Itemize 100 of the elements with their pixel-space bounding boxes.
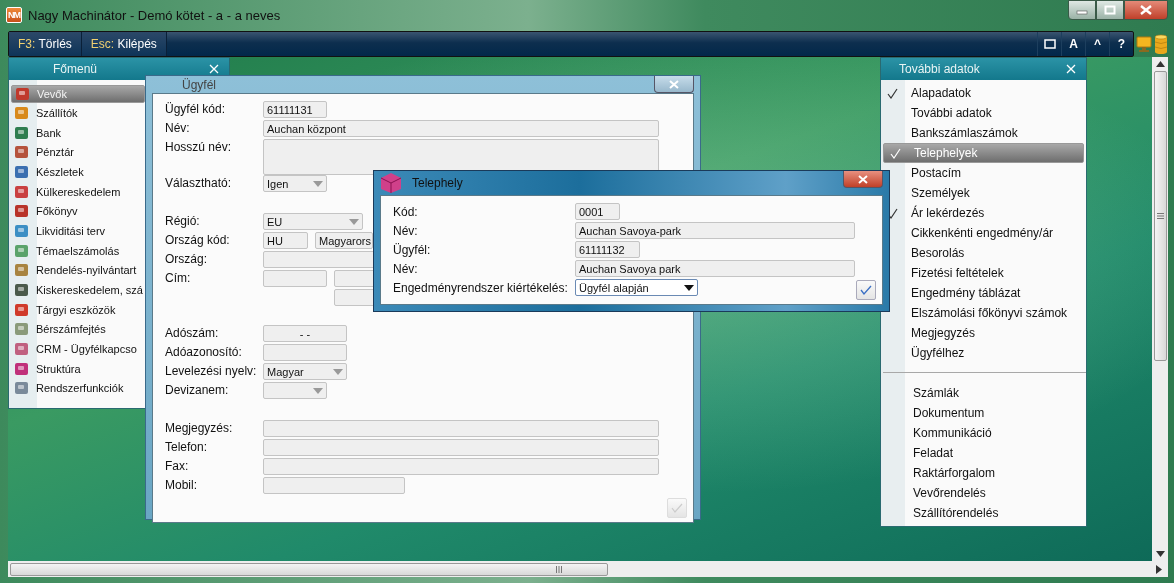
list-item[interactable]: Bankszámlaszámok xyxy=(881,123,1086,143)
tile-icon xyxy=(14,163,30,180)
menu-item[interactable]: Bérszámfejtés xyxy=(11,319,145,340)
input-field[interactable] xyxy=(263,420,659,437)
field-label: Telefon: xyxy=(165,439,209,456)
input-field[interactable]: Auchan központ xyxy=(263,120,659,137)
close-icon xyxy=(1139,5,1153,15)
input-field[interactable] xyxy=(263,439,659,456)
field-label: Adóazonosító: xyxy=(165,344,243,361)
database-icon[interactable] xyxy=(1154,34,1168,54)
input-field[interactable]: HU xyxy=(263,232,308,249)
vertical-scrollbar[interactable] xyxy=(1152,57,1168,561)
input-field[interactable] xyxy=(263,458,659,475)
toolbar-button[interactable]: ? xyxy=(1109,32,1133,56)
menu-item[interactable]: Külkereskedelem xyxy=(11,181,145,202)
list-item[interactable]: Ár lekérdezés xyxy=(881,203,1086,223)
dialog-title: Ügyfél xyxy=(182,77,216,92)
check-icon xyxy=(890,147,901,159)
field-label: Hosszú név: xyxy=(165,139,233,156)
close-button[interactable] xyxy=(843,171,883,188)
input-field[interactable] xyxy=(263,477,405,494)
list-item[interactable]: Alapadatok xyxy=(881,83,1086,103)
menu-item[interactable]: Főkönyv xyxy=(11,201,145,222)
tile-icon xyxy=(14,262,30,279)
input-field[interactable] xyxy=(263,270,327,287)
check-icon xyxy=(887,207,898,219)
dropdown[interactable]: Ügyfél alapján xyxy=(575,279,698,296)
tile-icon xyxy=(15,86,31,102)
confirm-button[interactable] xyxy=(856,280,876,300)
input-field[interactable] xyxy=(263,139,659,175)
close-button[interactable] xyxy=(1124,0,1168,20)
window-title: Nagy Machinátor - Demó kötet - a - a neves xyxy=(28,7,281,23)
monitor-icon[interactable] xyxy=(1136,35,1152,53)
list-item[interactable]: Telephelyek xyxy=(883,143,1084,163)
dropdown[interactable]: EU xyxy=(263,213,363,230)
list-item[interactable]: Raktárforgalom xyxy=(883,463,1086,483)
field-label: Ügyfél kód: xyxy=(165,101,227,118)
list-item[interactable]: Feladat xyxy=(883,443,1086,463)
menu-item[interactable]: Tárgyi eszközök xyxy=(11,299,145,320)
input-field[interactable] xyxy=(263,344,347,361)
toolbar-button[interactable]: A xyxy=(1061,32,1085,56)
input-field[interactable]: 61111131 xyxy=(263,101,327,118)
menu-item[interactable]: Pénztár xyxy=(11,142,145,163)
check-icon xyxy=(860,285,872,295)
menu-item[interactable]: Témaelszámolás xyxy=(11,240,145,261)
input-field[interactable]: 61111132 xyxy=(575,241,640,258)
list-item[interactable]: Dokumentum xyxy=(883,403,1086,423)
caret-icon xyxy=(313,387,323,394)
list-item[interactable]: Számlák xyxy=(883,383,1086,403)
toolbar-button[interactable]: ^ xyxy=(1085,32,1109,56)
panel-title: Főmenü xyxy=(53,62,98,76)
app-logo: NM xyxy=(6,7,22,23)
horizontal-scrollbar[interactable] xyxy=(8,561,1168,577)
field-label: Engedményrendszer kiértékelés: xyxy=(393,280,569,295)
menu-item[interactable]: Készletek xyxy=(11,162,145,182)
menu-item[interactable]: Struktúra xyxy=(11,358,145,379)
input-field[interactable]: Auchan Savoya park xyxy=(575,260,855,277)
input-field[interactable]: 0001 xyxy=(575,203,620,220)
list-item[interactable]: Elszámolási főkönyvi számok xyxy=(881,303,1086,323)
close-button[interactable] xyxy=(654,76,694,93)
right-arrow-icon[interactable] xyxy=(1156,564,1162,574)
menu-item[interactable]: Rendszerfunkciók xyxy=(11,378,145,399)
list-item[interactable]: További adatok xyxy=(881,103,1086,123)
caret-icon xyxy=(349,218,359,225)
menu-item[interactable]: CRM - Ügyfélkapcso xyxy=(11,339,145,359)
input-field[interactable]: Magyarors xyxy=(315,232,373,249)
up-arrow-icon[interactable] xyxy=(1155,61,1165,67)
dropdown[interactable]: Magyar xyxy=(263,363,347,380)
input-field[interactable]: - - xyxy=(263,325,347,342)
window-icon xyxy=(1043,39,1056,49)
down-arrow-icon[interactable] xyxy=(1155,551,1165,557)
menu-item[interactable]: Szállítók xyxy=(11,103,145,123)
input-field[interactable]: Auchan Savoya-park xyxy=(575,222,855,239)
command-button[interactable]: Esc: Kilépés xyxy=(81,32,167,56)
caret-icon xyxy=(684,284,694,291)
field-label: Ügyfél: xyxy=(393,242,432,257)
close-icon[interactable] xyxy=(209,64,219,74)
list-item[interactable]: Megjegyzés xyxy=(881,323,1086,343)
tile-icon xyxy=(14,360,30,377)
check-icon xyxy=(671,503,683,513)
scroll-thumb[interactable] xyxy=(1153,71,1167,361)
panel-title: További adatok xyxy=(899,62,980,76)
minimize-button[interactable] xyxy=(1068,0,1096,20)
command-button[interactable]: F3: Törlés xyxy=(9,32,82,56)
list-item[interactable]: Kommunikáció xyxy=(883,423,1086,443)
maximize-button[interactable] xyxy=(1096,0,1124,20)
menu-item[interactable]: Rendelés-nyilvántart xyxy=(11,260,145,281)
tile-icon xyxy=(14,222,30,239)
list-item[interactable]: Vevőrendelés xyxy=(883,483,1086,503)
close-icon[interactable] xyxy=(1066,64,1076,74)
tile-icon xyxy=(14,104,30,121)
field-label: Régió: xyxy=(165,213,201,230)
menu-item[interactable]: Likviditási terv xyxy=(11,221,145,241)
menu-item[interactable]: Bank xyxy=(11,122,145,143)
menu-item[interactable]: Kiskereskedelem, szá xyxy=(11,280,145,300)
list-item[interactable]: Szállítórendelés xyxy=(883,503,1086,523)
list-item[interactable]: Ügyfélhez xyxy=(881,343,1086,363)
scroll-thumb[interactable] xyxy=(10,562,608,576)
dropdown[interactable] xyxy=(263,382,327,399)
dropdown[interactable]: Igen xyxy=(263,175,327,192)
